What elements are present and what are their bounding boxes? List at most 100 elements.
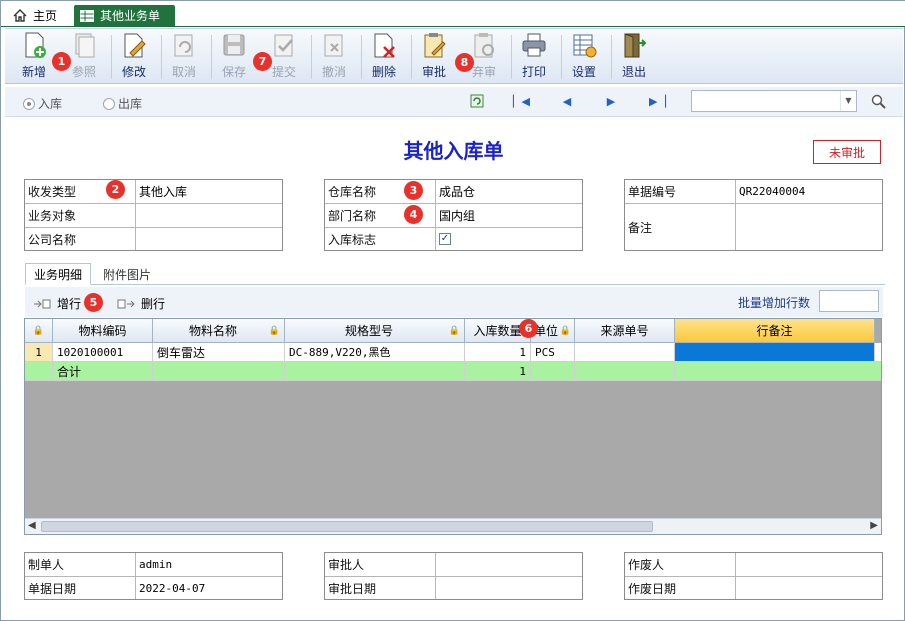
next-record-icon[interactable]: ▶ — [603, 94, 619, 110]
first-record-icon[interactable]: ▏◀ — [513, 94, 530, 110]
row-toolbar: 增行 删行 批量增加行数 — [25, 287, 883, 317]
callout-badge: 1 — [52, 52, 71, 71]
navigation-bar: 入库 出库 ▏◀ ◀ ▶ ▶▕ ▼ — [5, 87, 903, 117]
approve-label: 审批 — [421, 65, 446, 79]
radio-selected-icon — [23, 97, 35, 110]
type-field[interactable]: 其他入库 — [135, 180, 282, 203]
add-button[interactable]: 新增 — [11, 31, 57, 83]
last-record-icon[interactable]: ▶▕ — [649, 94, 666, 110]
delete-button[interactable]: 删除 — [361, 31, 407, 83]
grid-header-name[interactable]: 物料名称 🔒 — [153, 319, 285, 343]
batch-add-input[interactable] — [819, 290, 879, 312]
grid-cell-code[interactable]: 1020100001 — [53, 343, 153, 362]
approve-date-value — [435, 577, 582, 599]
grid-header-spec[interactable]: 规格型号 🔒 — [285, 319, 465, 343]
radio-out[interactable]: 出库 — [103, 95, 142, 112]
grid-cell-qty[interactable]: 1 — [465, 343, 531, 362]
tab-home-label: 主页 — [33, 9, 58, 23]
add-row-label: 增行 — [57, 297, 82, 311]
voider-label: 作废人 — [625, 553, 735, 576]
object-field[interactable] — [135, 204, 282, 227]
batch-add-label: 批量增加行数 — [738, 296, 811, 310]
grid-header-rownum: 🔒 — [25, 319, 53, 343]
edit-pencil-icon — [124, 33, 146, 58]
exit-label: 退出 — [621, 65, 646, 79]
page-title: 其他入库单 — [403, 139, 504, 163]
grid-cell-filler — [875, 343, 881, 362]
docno-field[interactable]: QR22040004 — [735, 180, 882, 203]
record-search-combo[interactable]: ▼ — [691, 90, 857, 112]
new-document-icon — [25, 32, 46, 58]
grid-row-number[interactable]: 1 — [25, 343, 53, 362]
print-button[interactable]: 打印 — [511, 31, 557, 83]
delete-x-icon — [374, 33, 395, 58]
doc-date-value: 2022-04-07 — [135, 577, 282, 599]
revoke-button[interactable]: 撤消 — [311, 31, 357, 83]
approve-button[interactable]: 审批 — [411, 31, 457, 83]
footer-block-voider: 作废人 作废日期 — [624, 552, 883, 600]
inbound-flag-label: 入库标志 — [325, 228, 435, 250]
grid-cell-name[interactable]: 倒车雷达 — [153, 343, 285, 362]
grid-cell-spec[interactable]: DC-889,V220,黑色 — [285, 343, 465, 362]
search-icon[interactable] — [871, 94, 887, 110]
lock-icon: 🔒 — [448, 325, 460, 336]
home-icon — [13, 9, 27, 22]
chevron-down-icon[interactable]: ▼ — [840, 91, 856, 111]
lock-icon: 🔒 — [32, 325, 45, 336]
settings-button[interactable]: 设置 — [561, 31, 607, 83]
delete-row-button[interactable]: 删行 — [117, 295, 165, 312]
save-disk-icon — [223, 34, 245, 56]
inbound-flag-checkbox[interactable]: ✓ — [439, 233, 451, 245]
docno-label: 单据编号 — [625, 180, 735, 203]
tab-home[interactable]: 主页 — [9, 5, 71, 26]
lock-icon: 🔒 — [268, 325, 280, 336]
callout-badge: 6 — [519, 319, 538, 338]
grid-total-qty: 1 — [465, 362, 531, 381]
delete-row-icon — [117, 299, 135, 308]
grid-total-cell — [531, 362, 575, 381]
radio-in[interactable]: 入库 — [23, 95, 62, 112]
refresh-icon[interactable] — [469, 94, 485, 110]
add-label: 新增 — [21, 65, 46, 79]
grid-header-source[interactable]: 来源单号 — [575, 319, 675, 343]
previous-record-icon[interactable]: ◀ — [559, 94, 575, 110]
horizontal-scrollbar[interactable]: ◀ ▶ — [25, 518, 881, 534]
grid-icon — [80, 9, 94, 22]
grid-header-code[interactable]: 物料编码 — [53, 319, 153, 343]
grid-cell-remark-selected[interactable] — [675, 343, 875, 362]
grid-cell-unit[interactable]: PCS — [531, 343, 575, 362]
remark-field[interactable] — [735, 204, 882, 250]
grid-total-cell — [575, 362, 675, 381]
tab-business-detail[interactable]: 业务明细 — [25, 263, 92, 285]
radio-in-label: 入库 — [38, 97, 63, 111]
callout-badge: 3 — [404, 181, 423, 200]
company-field[interactable] — [135, 228, 282, 250]
warehouse-field[interactable]: 成品仓 — [435, 180, 582, 203]
tab-attachments[interactable]: 附件图片 — [95, 263, 159, 285]
edit-button[interactable]: 修改 — [111, 31, 157, 83]
tab-bar: 主页 其他业务单 — [1, 1, 905, 27]
dept-field[interactable]: 国内组 — [435, 204, 582, 227]
add-row-button[interactable]: 增行 — [33, 295, 81, 312]
scroll-left-icon[interactable]: ◀ — [28, 520, 36, 531]
maker-value: admin — [135, 553, 282, 576]
maker-label: 制单人 — [25, 553, 135, 576]
remark-label: 备注 — [625, 204, 735, 250]
tab-other-business[interactable]: 其他业务单 — [74, 5, 175, 26]
settings-label: 设置 — [571, 65, 596, 79]
save-button[interactable]: 保存 — [211, 31, 257, 83]
voider-value — [735, 553, 882, 576]
scroll-right-icon[interactable]: ▶ — [870, 520, 878, 531]
void-date-value — [735, 577, 882, 599]
callout-badge: 5 — [84, 293, 103, 312]
tab-active-label: 其他业务单 — [100, 9, 161, 23]
scrollbar-thumb[interactable] — [41, 521, 653, 532]
settings-table-icon — [573, 34, 597, 58]
exit-button[interactable]: 退出 — [611, 31, 657, 83]
grid-total-label: 合计 — [53, 362, 153, 381]
grid-total-cell — [285, 362, 465, 381]
cancel-button[interactable]: 取消 — [161, 31, 207, 83]
grid-cell-source[interactable] — [575, 343, 675, 362]
grid-header-remark[interactable]: 行备注 — [675, 319, 875, 343]
revoke-label: 撤消 — [321, 65, 346, 79]
